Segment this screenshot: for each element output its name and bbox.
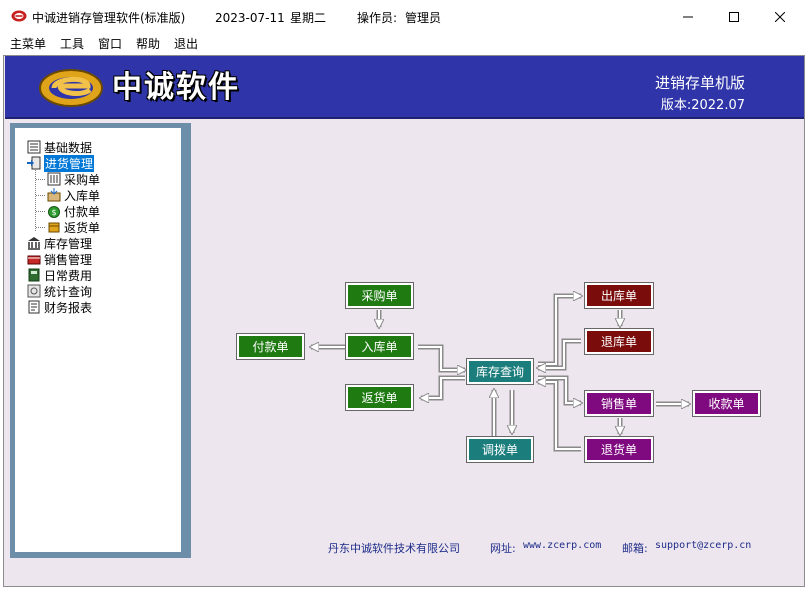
title-bar: 中诚进销存管理软件(标准版) 2023-07-11 星期二 操作员: 管理员 (0, 0, 807, 34)
maximize-icon (729, 12, 739, 22)
close-button[interactable] (757, 0, 803, 34)
tree-guide-line (36, 179, 45, 180)
flow-transfer-button[interactable]: 调拨单 (466, 436, 534, 463)
menu-help[interactable]: 帮助 (136, 36, 160, 52)
tree-item-label: 库存管理 (44, 236, 93, 251)
menu-window[interactable]: 窗口 (98, 36, 122, 52)
brand-logo-icon (39, 69, 103, 107)
flow-return-goods-button[interactable]: 返货单 (345, 384, 414, 411)
tree-guide-line (36, 195, 45, 196)
window-title: 中诚进销存管理软件(标准版) (32, 11, 186, 25)
flow-inventory-query-button[interactable]: 库存查询 (466, 358, 534, 385)
flow-sales-order-button[interactable]: 销售单 (584, 390, 654, 417)
tree-guide-line (36, 227, 45, 228)
website-label: 网址: (490, 542, 516, 555)
svg-text:$: $ (51, 208, 56, 217)
menu-tools[interactable]: 工具 (60, 36, 84, 52)
tree-item-stock-in[interactable]: 入库单 (47, 187, 100, 203)
email-link[interactable]: support@zcerp.cn (655, 540, 751, 551)
flow-purchase-order-button[interactable]: 采购单 (345, 282, 414, 309)
app-logo-icon (11, 10, 27, 22)
return-goods-icon (48, 222, 60, 233)
version-label: 版本:2022.07 (660, 98, 745, 113)
sales-icon (27, 255, 41, 265)
tree-item-label: 财务报表 (44, 300, 93, 315)
tree-item-label: 付款单 (64, 204, 101, 219)
edition-label: 进销存单机版 (654, 74, 745, 92)
tree-item-purchase-order[interactable]: 采购单 (47, 171, 100, 187)
report-icon (28, 300, 40, 314)
menu-bar: 主菜单 工具 窗口 帮助 退出 (0, 34, 807, 54)
current-date: 2023-07-11 (215, 11, 285, 25)
close-icon (775, 12, 785, 22)
tree-item-daily-expense[interactable]: 日常费用 (27, 267, 92, 283)
flow-sales-return-button[interactable]: 退货单 (584, 436, 654, 463)
tree-item-label: 进货管理 (44, 154, 95, 172)
operator-name: 管理员 (405, 11, 442, 25)
company-name: 丹东中诚软件技术有限公司 (328, 542, 460, 555)
payment-icon: $ (48, 206, 60, 218)
tree-item-label: 统计查询 (44, 284, 93, 299)
database-icon (27, 140, 41, 154)
tree-item-statistics[interactable]: 统计查询 (27, 283, 92, 299)
purchase-order-icon (47, 172, 61, 186)
tree-item-label: 入库单 (64, 188, 101, 203)
warehouse-icon (28, 237, 40, 250)
flow-stock-out-button[interactable]: 出库单 (584, 282, 654, 309)
brand-name: 中诚软件 (112, 70, 240, 105)
menu-main[interactable]: 主菜单 (10, 36, 46, 52)
tree-item-label: 采购单 (64, 172, 101, 187)
expense-icon (28, 268, 40, 282)
maximize-button[interactable] (711, 0, 757, 34)
purchase-mgmt-icon (27, 156, 41, 170)
tree-guide-line (35, 163, 36, 231)
tree-item-label: 日常费用 (44, 268, 93, 283)
email-label: 邮箱: (622, 542, 648, 555)
tree-guide-line (36, 211, 45, 212)
tree-item-financial-report[interactable]: 财务报表 (27, 299, 92, 315)
tree-item-label: 基础数据 (44, 140, 93, 155)
stock-in-icon (47, 188, 61, 202)
flow-stock-in-button[interactable]: 入库单 (345, 333, 414, 360)
flow-stock-return-button[interactable]: 退库单 (584, 328, 654, 355)
minimize-icon (683, 16, 693, 18)
tree-item-basic-data[interactable]: 基础数据 (27, 139, 92, 155)
tree-item-return-goods[interactable]: 返货单 (47, 219, 100, 235)
tree-item-purchase-mgmt[interactable]: 进货管理 (27, 154, 95, 172)
operator-label: 操作员: (357, 11, 398, 25)
website-link[interactable]: www.zcerp.com (523, 540, 601, 551)
menu-exit[interactable]: 退出 (174, 36, 198, 52)
statistics-icon (27, 284, 41, 298)
current-weekday: 星期二 (290, 11, 327, 25)
flow-payment-button[interactable]: 付款单 (236, 333, 305, 360)
tree-item-sales-mgmt[interactable]: 销售管理 (27, 251, 92, 267)
tree-item-payment[interactable]: $ 付款单 (47, 203, 100, 219)
tree-item-label: 销售管理 (44, 252, 93, 267)
minimize-button[interactable] (665, 0, 711, 34)
tree-item-inventory-mgmt[interactable]: 库存管理 (27, 235, 92, 251)
tree-item-label: 返货单 (64, 220, 101, 235)
flow-receipt-button[interactable]: 收款单 (692, 390, 761, 417)
